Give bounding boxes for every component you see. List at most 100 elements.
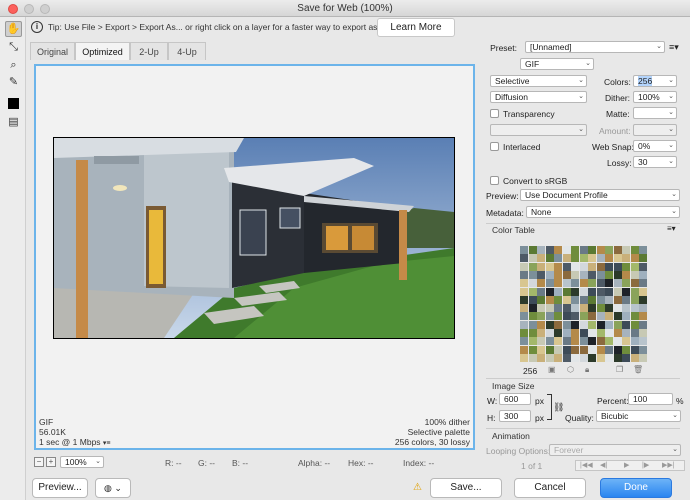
color-swatch[interactable] bbox=[630, 246, 639, 254]
color-swatch[interactable] bbox=[605, 329, 613, 337]
dither-algorithm-select[interactable]: Diffusion ⌄ bbox=[490, 91, 587, 103]
color-swatch[interactable] bbox=[639, 254, 647, 263]
color-swatch[interactable] bbox=[630, 337, 639, 346]
color-swatch[interactable] bbox=[537, 353, 545, 362]
tab-optimized[interactable]: Optimized bbox=[75, 42, 130, 60]
tab-4-up[interactable]: 4-Up bbox=[168, 42, 206, 60]
color-swatch[interactable] bbox=[545, 287, 554, 296]
color-swatch[interactable] bbox=[596, 312, 605, 321]
color-swatch[interactable] bbox=[613, 345, 622, 354]
color-swatch[interactable] bbox=[630, 304, 639, 313]
color-swatch[interactable] bbox=[528, 279, 537, 288]
color-swatch[interactable] bbox=[588, 295, 596, 304]
color-swatch[interactable] bbox=[630, 345, 639, 354]
color-swatch[interactable] bbox=[520, 295, 528, 304]
color-swatch[interactable] bbox=[613, 287, 622, 296]
color-swatch[interactable] bbox=[562, 353, 571, 362]
color-swatch[interactable] bbox=[605, 304, 613, 313]
constrain-proportions-icon[interactable]: ⛓ bbox=[553, 402, 564, 413]
color-swatch[interactable] bbox=[571, 312, 579, 321]
eyedropper-color-swatch[interactable] bbox=[5, 95, 22, 111]
color-swatch[interactable] bbox=[588, 246, 596, 254]
color-swatch[interactable] bbox=[545, 254, 554, 263]
transparency-dither-select[interactable]: ⌄ bbox=[490, 124, 587, 136]
color-swatch[interactable] bbox=[528, 353, 537, 362]
color-swatch[interactable] bbox=[605, 295, 613, 304]
color-swatch[interactable] bbox=[537, 329, 545, 337]
slice-select-tool-icon[interactable]: ⤡ bbox=[5, 39, 22, 55]
toggle-slices-icon[interactable]: ▤ bbox=[5, 114, 22, 130]
color-swatch[interactable] bbox=[554, 337, 562, 346]
color-swatch[interactable] bbox=[596, 337, 605, 346]
color-swatch[interactable] bbox=[562, 254, 571, 263]
color-swatch[interactable] bbox=[571, 254, 579, 263]
dither-field[interactable]: 100% ⌄ bbox=[633, 91, 677, 103]
zoom-in-button[interactable]: + bbox=[46, 457, 56, 467]
color-swatch[interactable] bbox=[639, 345, 647, 354]
preset-select[interactable]: [Unnamed] ⌄ bbox=[525, 41, 665, 53]
color-swatch[interactable] bbox=[545, 353, 554, 362]
color-swatch[interactable] bbox=[630, 287, 639, 296]
color-swatch[interactable] bbox=[630, 320, 639, 329]
color-swatch[interactable] bbox=[605, 353, 613, 362]
color-swatch[interactable] bbox=[528, 337, 537, 346]
color-swatch[interactable] bbox=[622, 312, 630, 321]
hand-tool-icon[interactable]: ✋ bbox=[5, 21, 22, 37]
map-color-icon[interactable]: ▣ bbox=[548, 365, 556, 374]
color-swatch[interactable] bbox=[596, 246, 605, 254]
color-swatch[interactable] bbox=[554, 345, 562, 354]
color-swatch[interactable] bbox=[571, 270, 579, 279]
color-swatch[interactable] bbox=[571, 329, 579, 337]
color-swatch[interactable] bbox=[613, 295, 622, 304]
color-swatch[interactable] bbox=[605, 320, 613, 329]
color-swatch[interactable] bbox=[605, 312, 613, 321]
color-swatch[interactable] bbox=[520, 254, 528, 263]
color-swatch[interactable] bbox=[630, 353, 639, 362]
color-swatch[interactable] bbox=[562, 345, 571, 354]
color-swatch[interactable] bbox=[554, 353, 562, 362]
color-swatch[interactable] bbox=[588, 320, 596, 329]
color-swatch[interactable] bbox=[588, 337, 596, 346]
color-swatch[interactable] bbox=[639, 295, 647, 304]
color-swatch[interactable] bbox=[562, 312, 571, 321]
color-swatch[interactable] bbox=[630, 279, 639, 288]
color-swatch[interactable] bbox=[562, 270, 571, 279]
color-swatch[interactable] bbox=[613, 270, 622, 279]
color-swatch[interactable] bbox=[545, 246, 554, 254]
color-swatch[interactable] bbox=[622, 262, 630, 271]
minimize-window-button[interactable] bbox=[24, 4, 34, 14]
color-swatch[interactable] bbox=[528, 304, 537, 313]
color-swatch[interactable] bbox=[562, 320, 571, 329]
color-swatch[interactable] bbox=[520, 337, 528, 346]
color-swatch[interactable] bbox=[579, 270, 588, 279]
color-swatch[interactable] bbox=[571, 337, 579, 346]
color-swatch[interactable] bbox=[545, 312, 554, 321]
preview-button[interactable]: Preview... bbox=[32, 478, 88, 498]
color-swatch[interactable] bbox=[520, 304, 528, 313]
color-swatch[interactable] bbox=[571, 295, 579, 304]
color-swatch[interactable] bbox=[520, 353, 528, 362]
color-swatch[interactable] bbox=[562, 295, 571, 304]
color-swatch[interactable] bbox=[537, 279, 545, 288]
color-swatch[interactable] bbox=[579, 262, 588, 271]
color-swatch[interactable] bbox=[545, 329, 554, 337]
lossy-field[interactable]: 30 ⌄ bbox=[633, 156, 677, 168]
cancel-button[interactable]: Cancel bbox=[514, 478, 586, 498]
color-swatch[interactable] bbox=[639, 304, 647, 313]
color-swatch[interactable] bbox=[630, 295, 639, 304]
color-swatch[interactable] bbox=[545, 295, 554, 304]
color-swatch[interactable] bbox=[630, 312, 639, 321]
optimized-preview-pane[interactable]: GIF 56.01K 1 sec @ 1 Mbps ▾≡ 100% dither… bbox=[34, 64, 475, 450]
delete-color-icon[interactable]: 🗑︎ bbox=[633, 365, 643, 374]
color-swatch[interactable] bbox=[588, 254, 596, 263]
color-swatch[interactable] bbox=[520, 329, 528, 337]
color-swatch[interactable] bbox=[579, 287, 588, 296]
color-swatch[interactable] bbox=[571, 345, 579, 354]
color-swatch[interactable] bbox=[554, 329, 562, 337]
browser-preview-button[interactable]: ◍ ⌄ bbox=[95, 478, 131, 498]
color-swatch[interactable] bbox=[545, 345, 554, 354]
color-swatch[interactable] bbox=[528, 254, 537, 263]
color-swatch[interactable] bbox=[622, 304, 630, 313]
color-swatch[interactable] bbox=[528, 320, 537, 329]
color-swatch[interactable] bbox=[571, 353, 579, 362]
